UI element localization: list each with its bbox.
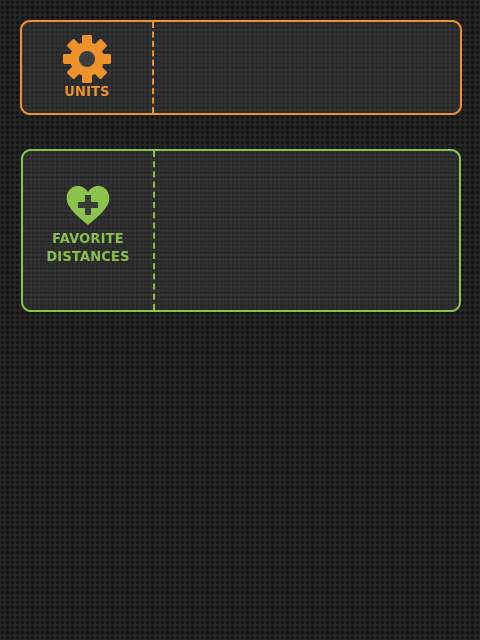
units-panel[interactable]: UNITS xyxy=(20,20,462,115)
units-label: UNITS xyxy=(64,85,110,100)
units-button[interactable]: UNITS xyxy=(22,22,154,113)
favorite-distances-button[interactable]: FAVORITE DISTANCES xyxy=(23,151,155,310)
favorite-distances-content-area xyxy=(155,151,459,310)
favorite-distances-panel[interactable]: FAVORITE DISTANCES xyxy=(21,149,461,312)
units-content-area xyxy=(154,22,460,113)
gear-icon xyxy=(62,34,112,84)
favorite-distances-label: FAVORITE DISTANCES xyxy=(46,232,130,265)
heart-plus-icon xyxy=(65,185,111,227)
